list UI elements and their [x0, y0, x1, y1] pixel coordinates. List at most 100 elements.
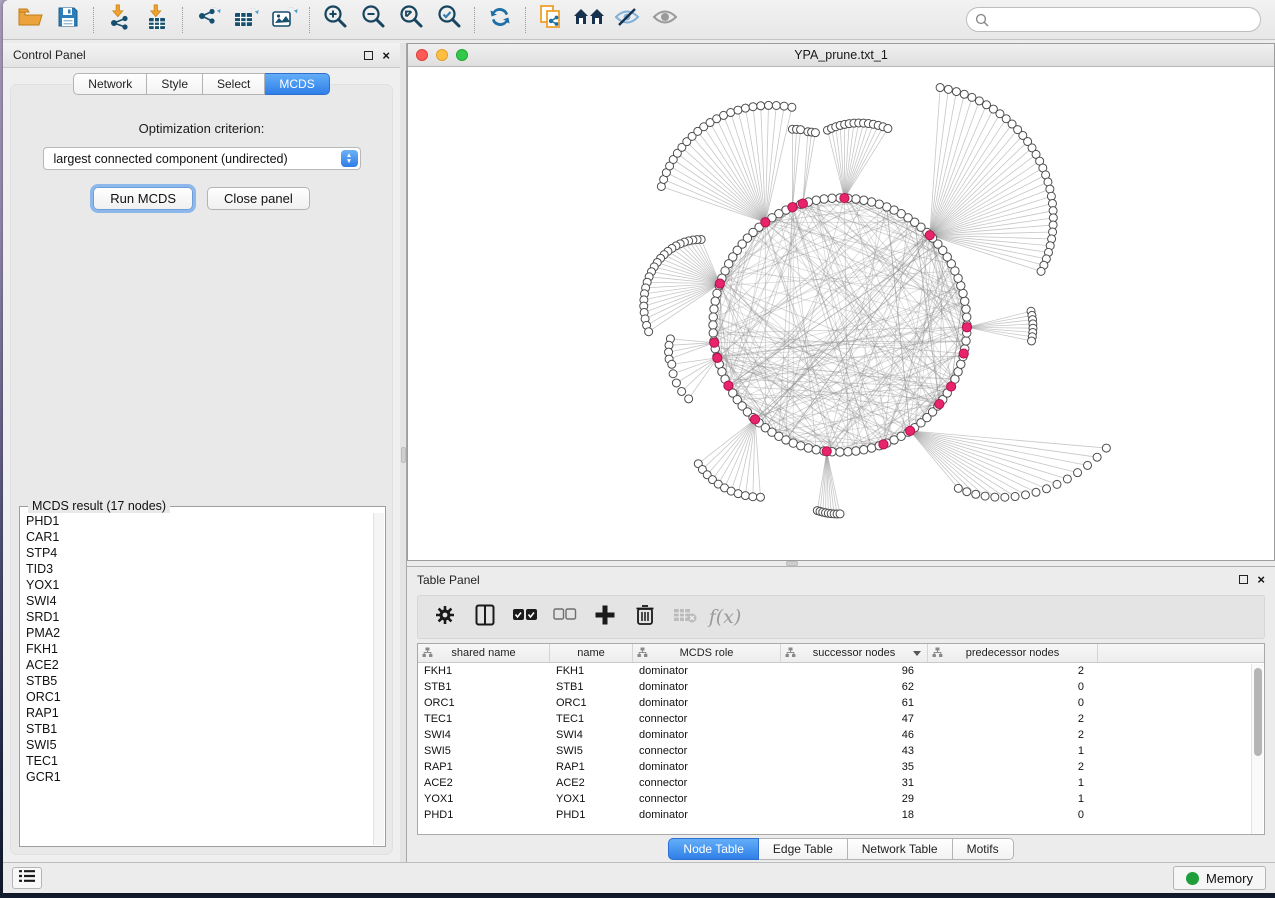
- tab-node-table[interactable]: Node Table: [668, 838, 759, 860]
- float-panel-icon[interactable]: [1239, 575, 1248, 584]
- zoom-fit-button[interactable]: [392, 4, 430, 36]
- export-table-button[interactable]: [227, 4, 265, 36]
- optimization-criterion-select[interactable]: largest connected component (undirected)…: [43, 147, 361, 170]
- show-all-button[interactable]: [646, 4, 684, 36]
- mcds-result-item[interactable]: PHD1: [26, 513, 373, 529]
- mcds-result-item[interactable]: SWI4: [26, 593, 373, 609]
- tab-network[interactable]: Network: [73, 73, 147, 95]
- table-row[interactable]: FKH1FKH1dominator962: [418, 663, 1264, 679]
- cell-predecessor_nodes: 2: [928, 759, 1098, 775]
- cell-predecessor_nodes: 0: [928, 695, 1098, 711]
- table-scrollbar-thumb[interactable]: [1254, 668, 1262, 756]
- zoom-selected-button[interactable]: [430, 4, 468, 36]
- zoom-in-button[interactable]: [316, 4, 354, 36]
- table-row[interactable]: ACE2ACE2connector311: [418, 775, 1264, 791]
- table-row[interactable]: TEC1TEC1connector472: [418, 711, 1264, 727]
- cell-predecessor_nodes: 0: [928, 807, 1098, 823]
- columns-icon: [475, 604, 495, 631]
- refresh-button[interactable]: [481, 4, 519, 36]
- cell-successor_nodes: 62: [781, 679, 928, 695]
- unchecked-boxes-icon: [553, 608, 577, 626]
- node-table[interactable]: shared namenameMCDS rolesuccessor nodesp…: [417, 643, 1265, 835]
- float-panel-icon[interactable]: [364, 51, 373, 60]
- table-row[interactable]: SWI5SWI5connector431: [418, 743, 1264, 759]
- control-panel-tabs: NetworkStyleSelectMCDS: [3, 73, 400, 95]
- column-header-MCDS-role[interactable]: MCDS role: [633, 644, 781, 662]
- gear-icon: [434, 604, 456, 631]
- mcds-result-item[interactable]: RAP1: [26, 705, 373, 721]
- table-scrollbar[interactable]: [1251, 664, 1263, 834]
- mcds-result-item[interactable]: SRD1: [26, 609, 373, 625]
- zoom-selected-icon: [436, 4, 462, 35]
- table-row[interactable]: SWI4SWI4dominator462: [418, 727, 1264, 743]
- table-options-button[interactable]: [430, 602, 460, 632]
- mcds-list-scrollbar[interactable]: [373, 513, 384, 845]
- mcds-result-item[interactable]: STB1: [26, 721, 373, 737]
- horizontal-splitter-handle[interactable]: [786, 561, 798, 566]
- table-row[interactable]: YOX1YOX1connector291: [418, 791, 1264, 807]
- checked-boxes-icon: [512, 608, 538, 627]
- tab-select[interactable]: Select: [203, 73, 265, 95]
- table-row[interactable]: RAP1RAP1dominator352: [418, 759, 1264, 775]
- table-row[interactable]: STB1STB1dominator620: [418, 679, 1264, 695]
- import-table-icon: [145, 4, 169, 35]
- save-floppy-icon: [57, 6, 79, 33]
- open-session-button[interactable]: [11, 4, 49, 36]
- first-neighbors-button[interactable]: [570, 4, 608, 36]
- close-panel-button[interactable]: Close panel: [207, 187, 310, 210]
- task-history-button[interactable]: [12, 867, 42, 889]
- tab-network-table[interactable]: Network Table: [848, 838, 953, 860]
- mcds-result-item[interactable]: YOX1: [26, 577, 373, 593]
- hierarchy-icon: [637, 647, 648, 661]
- column-header-shared-name[interactable]: shared name: [418, 644, 550, 662]
- mcds-result-item[interactable]: CAR1: [26, 529, 373, 545]
- delete-column-button[interactable]: [630, 602, 660, 632]
- mcds-result-item[interactable]: STP4: [26, 545, 373, 561]
- cell-successor_nodes: 31: [781, 775, 928, 791]
- mcds-result-item[interactable]: ACE2: [26, 657, 373, 673]
- search-input[interactable]: [966, 7, 1261, 32]
- mcds-result-item[interactable]: TID3: [26, 561, 373, 577]
- mcds-result-item[interactable]: FKH1: [26, 641, 373, 657]
- select-all-rows-button[interactable]: [510, 602, 540, 632]
- table-row[interactable]: ORC1ORC1dominator610: [418, 695, 1264, 711]
- mcds-result-item[interactable]: PMA2: [26, 625, 373, 641]
- save-session-button[interactable]: [49, 4, 87, 36]
- column-visibility-button[interactable]: [470, 602, 500, 632]
- mcds-result-item[interactable]: STB5: [26, 673, 373, 689]
- clone-network-button[interactable]: [532, 4, 570, 36]
- splitter-handle[interactable]: [401, 447, 406, 463]
- table-panel-header: Table Panel ×: [407, 567, 1275, 592]
- mcds-result-item[interactable]: GCR1: [26, 769, 373, 785]
- tab-motifs[interactable]: Motifs: [953, 838, 1014, 860]
- vertical-splitter[interactable]: [400, 43, 407, 862]
- tab-mcds[interactable]: MCDS: [265, 73, 329, 95]
- export-network-button[interactable]: [189, 4, 227, 36]
- network-canvas[interactable]: [408, 67, 1274, 560]
- mcds-result-item[interactable]: ORC1: [26, 689, 373, 705]
- cell-mcds_role: connector: [633, 711, 781, 727]
- export-image-button[interactable]: [265, 4, 303, 36]
- close-panel-icon[interactable]: ×: [1257, 575, 1265, 584]
- network-graph: [408, 67, 1274, 560]
- import-table-button[interactable]: [138, 4, 176, 36]
- mcds-result-list[interactable]: PHD1CAR1STP4TID3YOX1SWI4SRD1PMA2FKH1ACE2…: [21, 513, 373, 845]
- column-header-predecessor-nodes[interactable]: predecessor nodes: [928, 644, 1098, 662]
- zoom-out-button[interactable]: [354, 4, 392, 36]
- tab-style[interactable]: Style: [147, 73, 203, 95]
- hide-selected-button[interactable]: [608, 4, 646, 36]
- import-network-button[interactable]: [100, 4, 138, 36]
- deselect-all-rows-button[interactable]: [550, 602, 580, 632]
- column-header-successor-nodes[interactable]: successor nodes: [781, 644, 928, 662]
- memory-button[interactable]: Memory: [1173, 866, 1266, 890]
- run-mcds-button[interactable]: Run MCDS: [93, 187, 193, 210]
- tab-edge-table[interactable]: Edge Table: [759, 838, 848, 860]
- cell-shared_name: TEC1: [418, 711, 550, 727]
- close-panel-icon[interactable]: ×: [382, 51, 390, 60]
- add-column-button[interactable]: [590, 602, 620, 632]
- column-header-name[interactable]: name: [550, 644, 633, 662]
- mcds-result-item[interactable]: SWI5: [26, 737, 373, 753]
- network-window-titlebar[interactable]: YPA_prune.txt_1: [408, 44, 1274, 67]
- mcds-result-item[interactable]: TEC1: [26, 753, 373, 769]
- table-row[interactable]: PHD1PHD1dominator180: [418, 807, 1264, 823]
